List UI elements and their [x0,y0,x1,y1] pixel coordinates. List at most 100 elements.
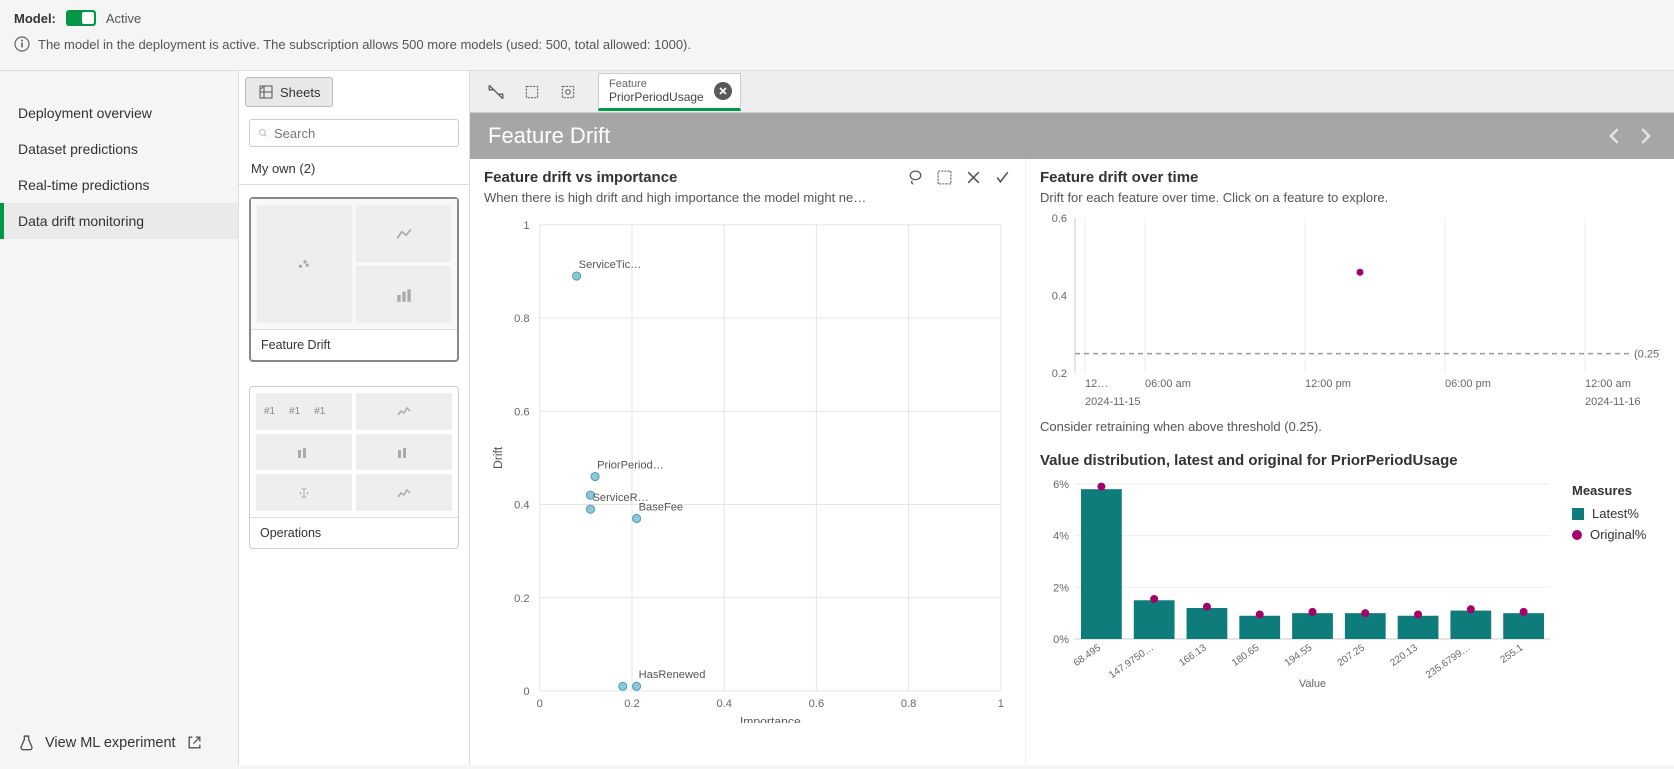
ops-icon [356,393,452,430]
nav-dataset-predictions[interactable]: Dataset predictions [0,131,238,167]
nav-data-drift[interactable]: Data drift monitoring [0,203,238,239]
svg-text:166.13: 166.13 [1177,642,1209,669]
svg-text:0.2: 0.2 [514,593,529,605]
svg-text:0.6: 0.6 [809,698,824,710]
model-label: Model: [14,11,56,26]
lasso-icon[interactable] [907,169,924,186]
ops-icon [256,434,352,471]
model-active-toggle[interactable] [66,10,96,26]
svg-text:2024-11-16: 2024-11-16 [1585,396,1640,408]
scatter-title: Feature drift vs importance [484,169,907,186]
retrain-note: Consider retraining when above threshold… [1040,419,1660,434]
chevron-right-icon[interactable] [1634,125,1656,147]
sheets-icon [258,84,274,100]
close-icon[interactable] [714,82,732,100]
time-title: Feature drift over time [1040,169,1660,186]
svg-text:2%: 2% [1053,582,1069,594]
square-icon [1572,508,1584,520]
svg-text:68.495: 68.495 [1072,642,1104,669]
svg-text:4%: 4% [1053,531,1069,543]
sheets-column: Sheets My own (2) Feature Drift #1 #1 #1 [238,71,470,765]
thumb-bar-icon [356,266,451,323]
bar-chart[interactable]: 0%2%4%6%68.495147.9750…166.13180.65194.5… [1040,479,1560,699]
nav-realtime-predictions[interactable]: Real-time predictions [0,167,238,203]
ops-badge: #1 [259,405,280,418]
svg-text:1: 1 [523,220,529,232]
back-selection-icon[interactable] [480,76,512,108]
scatter-sub: When there is high drift and high import… [484,190,1011,205]
svg-text:207.25: 207.25 [1336,642,1368,669]
marquee-icon[interactable] [936,169,953,186]
bar-title: Value distribution, latest and original … [1040,452,1660,469]
thumb-scatter-icon [257,205,352,323]
legend-title: Measures [1572,483,1646,498]
ops-icon [256,474,352,511]
svg-text:6%: 6% [1053,479,1069,491]
cancel-icon[interactable] [965,169,982,186]
panels: Feature drift vs importance When there i… [470,159,1674,765]
sheets-header: Sheets [239,71,469,113]
selection-tool-group [470,76,594,108]
svg-text:220.13: 220.13 [1388,642,1420,669]
svg-text:BaseFee: BaseFee [639,501,684,513]
scatter-tool-icons [907,169,1011,186]
svg-text:Importance: Importance [740,714,801,723]
svg-text:(0.25): (0.25) [1634,349,1660,361]
page-title: Feature Drift [488,123,1596,149]
active-text: Active [106,11,141,26]
view-ml-experiment[interactable]: View ML experiment [0,720,238,765]
svg-text:Drift: Drift [491,446,505,469]
smart-selection-icon[interactable] [552,76,584,108]
sheet-card1-label: Feature Drift [251,329,457,360]
sheets-button[interactable]: Sheets [245,77,333,107]
sheet-card-operations[interactable]: #1 #1 #1 Operations [249,386,459,549]
feature-tab-label: Feature [609,78,704,90]
search-input[interactable] [274,126,450,141]
svg-text:PriorPeriod…: PriorPeriod… [597,459,664,471]
feature-filter-tab[interactable]: Feature PriorPeriodUsage [598,73,741,111]
model-row: Model: Active [14,10,1660,26]
sheet-card-feature-drift[interactable]: Feature Drift [249,197,459,362]
ops-icon [356,434,452,471]
body-row: Deployment overview Dataset predictions … [0,70,1674,765]
svg-text:0.6: 0.6 [514,406,529,418]
svg-text:06:00 am: 06:00 am [1145,378,1191,390]
search-icon [258,125,268,141]
time-chart[interactable]: 0.20.40.612…06:00 am12:00 pm06:00 pm12:0… [1040,213,1660,413]
svg-text:0%: 0% [1053,634,1069,646]
info-row: The model in the deployment is active. T… [14,36,1660,64]
sheet-thumb [251,199,457,329]
chevron-left-icon[interactable] [1604,125,1626,147]
time-sub: Drift for each feature over time. Click … [1040,190,1660,205]
svg-text:06:00 pm: 06:00 pm [1445,378,1491,390]
step-selection-icon[interactable] [516,76,548,108]
svg-text:12…: 12… [1085,378,1108,390]
svg-text:1: 1 [998,698,1004,710]
circle-icon [1572,530,1582,540]
ops-badge: #1 [284,405,305,418]
svg-text:12:00 am: 12:00 am [1585,378,1631,390]
legend: Measures Latest% Original% [1572,479,1646,699]
scatter-chart[interactable]: 000.20.20.40.40.60.60.80.811DriftImporta… [484,213,1011,723]
top-bar: Model: Active The model in the deploymen… [0,0,1674,70]
svg-text:0: 0 [537,698,543,710]
svg-text:2024-11-15: 2024-11-15 [1085,396,1140,408]
svg-text:0.8: 0.8 [514,313,529,325]
flask-icon [18,734,35,751]
nav-deployment-overview[interactable]: Deployment overview [0,95,238,131]
svg-text:180.65: 180.65 [1230,642,1262,669]
search-box[interactable] [249,119,459,147]
legend-original: Original% [1572,527,1646,542]
external-link-icon [186,734,203,751]
svg-text:0.4: 0.4 [514,500,529,512]
right-panels: Feature drift over time Drift for each f… [1026,159,1674,765]
bar-chart-wrap: 0%2%4%6%68.495147.9750…166.13180.65194.5… [1040,479,1660,699]
info-text: The model in the deployment is active. T… [38,37,691,52]
view-ml-label: View ML experiment [45,735,176,751]
svg-text:235.6799…: 235.6799… [1424,642,1473,681]
legend-latest: Latest% [1572,506,1646,521]
confirm-icon[interactable] [994,169,1011,186]
svg-text:0: 0 [523,686,529,698]
svg-text:0.4: 0.4 [1052,291,1067,303]
svg-text:255.1: 255.1 [1499,642,1526,666]
